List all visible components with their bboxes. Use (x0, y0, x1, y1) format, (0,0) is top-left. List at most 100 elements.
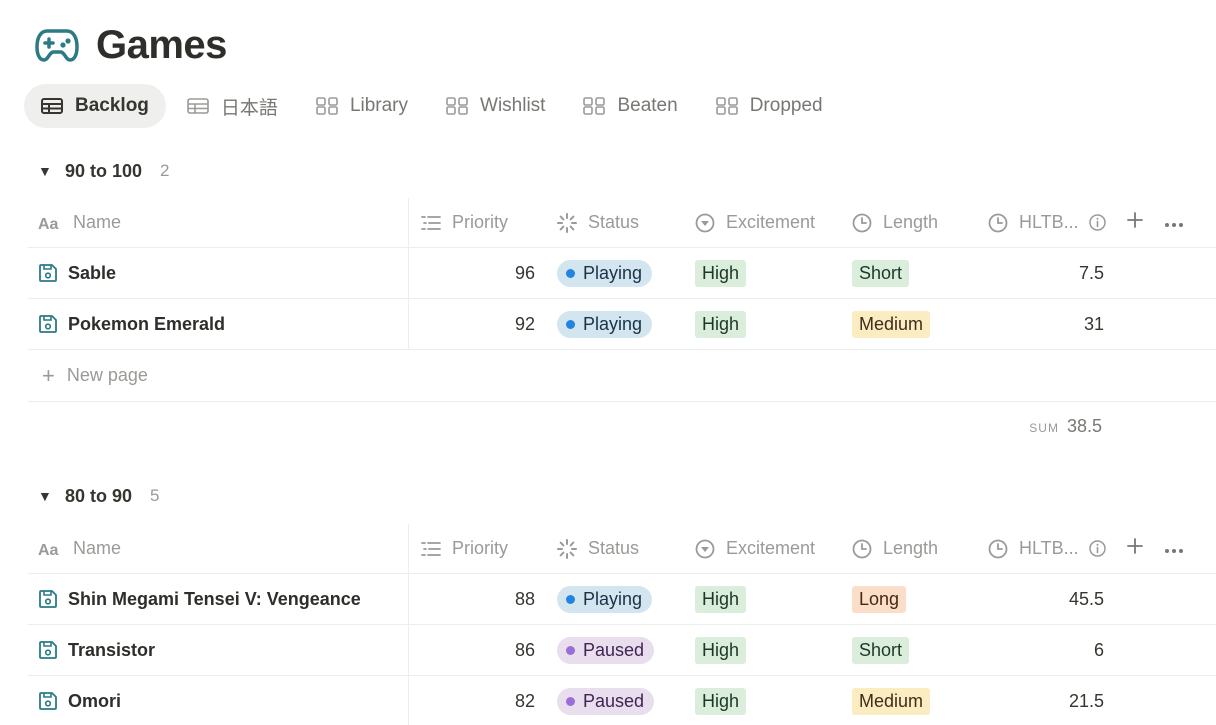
status-badge: Playing (557, 585, 653, 613)
tab-wishlist[interactable]: Wishlist (429, 84, 562, 128)
column-header-hltb[interactable]: HLTB... (988, 198, 1108, 247)
tab-label: Backlog (75, 95, 149, 116)
gallery-icon (446, 97, 468, 115)
text-property-icon: Aa (38, 215, 62, 231)
floppy-disk-icon (38, 640, 58, 660)
table-row[interactable]: Pokemon Emerald 92 Playing High Medium 3… (28, 299, 1216, 350)
excitement-tag: High (695, 687, 747, 715)
length-cell[interactable]: Medium (852, 299, 988, 349)
column-header-status[interactable]: Status (557, 198, 695, 247)
number-list-icon (421, 541, 441, 557)
name-cell[interactable]: Transistor (28, 625, 409, 675)
excitement-cell[interactable]: High (695, 625, 852, 675)
more-options-button[interactable] (1160, 524, 1188, 573)
game-name: Transistor (68, 639, 156, 660)
excitement-tag: High (695, 636, 747, 664)
more-options-button[interactable] (1160, 198, 1188, 247)
clock-icon (988, 213, 1008, 233)
name-cell[interactable]: Pokemon Emerald (28, 299, 409, 349)
status-cell[interactable]: Playing (557, 299, 695, 349)
sum-value: 38.5 (1066, 416, 1102, 436)
tab-dropped[interactable]: Dropped (699, 84, 840, 128)
floppy-disk-icon (38, 314, 58, 334)
length-tag: Short (852, 259, 910, 287)
priority-cell[interactable]: 86 (409, 625, 543, 675)
hltb-cell[interactable]: 21.5 (988, 676, 1108, 725)
info-icon[interactable] (1088, 540, 1106, 557)
tab-backlog[interactable]: Backlog (24, 84, 166, 128)
length-cell[interactable]: Short (852, 248, 988, 298)
tab-japanese[interactable]: 日本語 (170, 84, 295, 128)
length-cell[interactable]: Medium (852, 676, 988, 725)
page-title: Games (96, 22, 227, 67)
svg-text:Aa: Aa (38, 542, 59, 557)
table-header-row: Aa Name Priority Status Excitement Lengt… (28, 524, 1216, 574)
group-table-90-100: Aa Name Priority Status Excitement Lengt… (28, 198, 1216, 454)
calculation-row: SUM 38.5 (28, 402, 1216, 454)
status-cell[interactable]: Paused (557, 625, 695, 675)
priority-cell[interactable]: 82 (409, 676, 543, 725)
column-header-excitement[interactable]: Excitement (695, 198, 852, 247)
name-cell[interactable]: Shin Megami Tensei V: Vengeance (28, 574, 409, 624)
number-list-icon (421, 215, 441, 231)
caret-down-icon[interactable]: ▼ (38, 488, 52, 504)
clock-icon (852, 213, 872, 233)
table-row[interactable]: Transistor 86 Paused High Short 6 (28, 625, 1216, 676)
plus-icon: + (42, 362, 55, 388)
length-tag: Medium (852, 687, 931, 715)
column-header-priority[interactable]: Priority (409, 524, 543, 573)
group-title: 80 to 90 (65, 485, 133, 506)
new-page-label: New page (66, 365, 148, 385)
status-cell[interactable]: Playing (557, 574, 695, 624)
column-header-status[interactable]: Status (557, 524, 695, 573)
name-cell[interactable]: Sable (28, 248, 409, 298)
length-cell[interactable]: Long (852, 574, 988, 624)
gamepad-icon[interactable] (34, 25, 80, 65)
column-header-priority[interactable]: Priority (409, 198, 543, 247)
tab-label: Dropped (749, 95, 823, 116)
add-property-button[interactable] (1122, 524, 1148, 573)
new-page-button[interactable]: + New page (28, 350, 1216, 402)
name-cell[interactable]: Omori (28, 676, 409, 725)
select-icon (695, 539, 715, 559)
excitement-cell[interactable]: High (695, 676, 852, 725)
status-badge: Paused (557, 636, 655, 664)
add-property-button[interactable] (1122, 198, 1148, 247)
hltb-sum[interactable]: SUM 38.5 (1029, 416, 1102, 437)
table-row[interactable]: Shin Megami Tensei V: Vengeance 88 Playi… (28, 574, 1216, 625)
status-spinner-icon (557, 212, 577, 233)
caret-down-icon[interactable]: ▼ (38, 163, 52, 179)
select-icon (695, 213, 715, 233)
column-header-excitement[interactable]: Excitement (695, 524, 852, 573)
game-name: Omori (68, 690, 122, 711)
hltb-cell[interactable]: 7.5 (988, 248, 1108, 298)
tab-beaten[interactable]: Beaten (566, 84, 694, 128)
column-header-length[interactable]: Length (852, 524, 988, 573)
view-tabs: Backlog 日本語 Library Wishlist Beaten Drop… (24, 84, 844, 128)
priority-cell[interactable]: 96 (409, 248, 543, 298)
column-header-name[interactable]: Aa Name (28, 524, 409, 573)
gallery-icon (715, 97, 738, 115)
game-name: Shin Megami Tensei V: Vengeance (68, 588, 361, 609)
status-cell[interactable]: Playing (557, 248, 695, 298)
priority-cell[interactable]: 88 (409, 574, 543, 624)
info-icon[interactable] (1088, 214, 1106, 231)
length-cell[interactable]: Short (852, 625, 988, 675)
ellipsis-icon (1164, 538, 1184, 559)
column-header-hltb[interactable]: HLTB... (988, 524, 1108, 573)
hltb-cell[interactable]: 6 (988, 625, 1108, 675)
excitement-cell[interactable]: High (695, 248, 852, 298)
table-row[interactable]: Sable 96 Playing High Short 7.5 (28, 248, 1216, 299)
status-cell[interactable]: Paused (557, 676, 695, 725)
group-header-90-100[interactable]: ▼ 90 to 100 2 (38, 157, 170, 185)
table-row[interactable]: Omori 82 Paused High Medium 21.5 (28, 676, 1216, 725)
excitement-cell[interactable]: High (695, 574, 852, 624)
priority-cell[interactable]: 92 (409, 299, 543, 349)
hltb-cell[interactable]: 45.5 (988, 574, 1108, 624)
excitement-cell[interactable]: High (695, 299, 852, 349)
tab-library[interactable]: Library (299, 84, 425, 128)
group-header-80-90[interactable]: ▼ 80 to 90 5 (38, 482, 160, 510)
hltb-cell[interactable]: 31 (988, 299, 1108, 349)
column-header-name[interactable]: Aa Name (28, 198, 409, 247)
column-header-length[interactable]: Length (852, 198, 988, 247)
